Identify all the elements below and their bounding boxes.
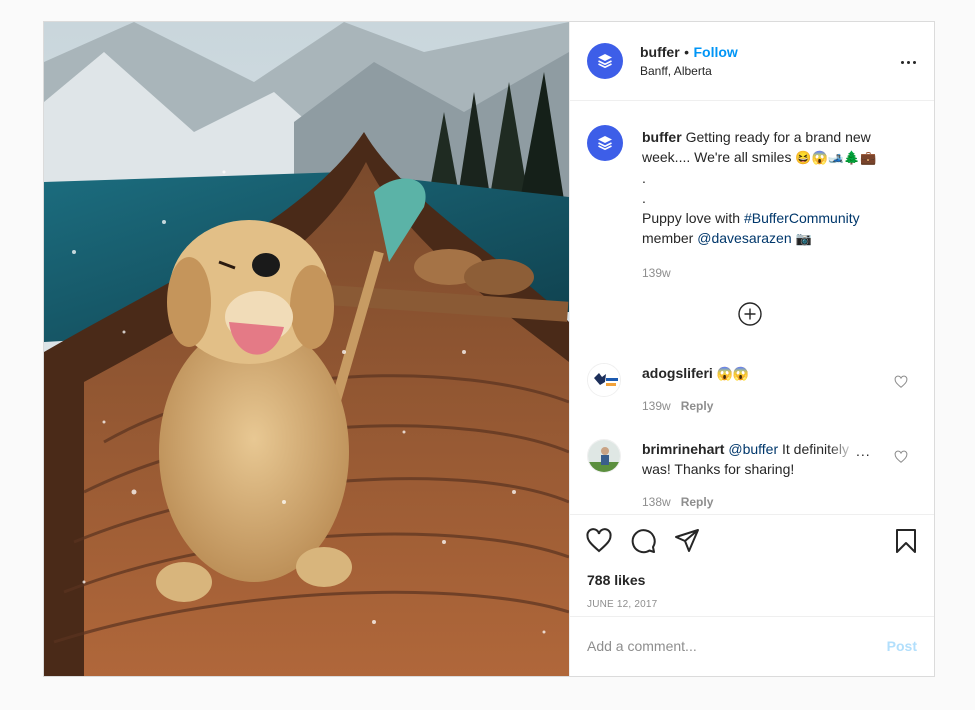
comment-time[interactable]: 139w bbox=[642, 399, 671, 413]
account-username[interactable]: buffer bbox=[640, 44, 680, 60]
bookmark-icon[interactable] bbox=[892, 527, 920, 555]
comments-scroll-area[interactable]: buffer Getting ready for a brand new wee… bbox=[570, 101, 934, 514]
caption-time[interactable]: 139w bbox=[642, 263, 902, 283]
caption-avatar[interactable] bbox=[587, 125, 623, 161]
comment-username[interactable]: brimrinehart bbox=[642, 441, 724, 457]
caption-dot: . bbox=[642, 170, 646, 186]
more-options-button[interactable] bbox=[896, 52, 920, 72]
layers-icon bbox=[598, 54, 612, 69]
comment-body-truncated: It definitely bbox=[782, 441, 849, 457]
person-photo-icon bbox=[588, 440, 620, 472]
comment-meta: 138w Reply bbox=[642, 495, 713, 509]
comment-body-line2: was! Thanks for sharing! bbox=[642, 461, 795, 477]
post-header: buffer • Follow Banff, Alberta bbox=[570, 22, 934, 101]
mention-link[interactable]: @davesarazen bbox=[697, 230, 791, 246]
comment-username[interactable]: adogsliferi bbox=[642, 365, 713, 381]
instagram-post: buffer • Follow Banff, Alberta buffer Ge… bbox=[43, 21, 935, 677]
caption-emojis: 😆😱🎿🌲💼 bbox=[795, 150, 877, 165]
caption-username[interactable]: buffer bbox=[642, 129, 682, 145]
comment-meta: 139w Reply bbox=[642, 399, 713, 413]
post-actions: 788 likes JUNE 12, 2017 bbox=[570, 514, 934, 617]
reply-button[interactable]: Reply bbox=[681, 495, 714, 509]
add-circle-icon[interactable] bbox=[738, 302, 762, 326]
comment-icon[interactable] bbox=[629, 527, 657, 555]
caption-text3: member bbox=[642, 230, 694, 246]
post-sidebar: buffer • Follow Banff, Alberta buffer Ge… bbox=[569, 22, 934, 676]
heart-icon[interactable] bbox=[894, 450, 908, 464]
share-icon[interactable] bbox=[673, 527, 701, 555]
like-count[interactable]: 788 likes bbox=[587, 572, 645, 588]
caption-text: buffer Getting ready for a brand new wee… bbox=[642, 127, 902, 283]
comment-text: brimrinehart @buffer It definitely was! … bbox=[642, 439, 882, 479]
post-comment-button[interactable]: Post bbox=[887, 638, 917, 654]
comment-input[interactable]: Add a comment... bbox=[587, 638, 857, 654]
account-avatar[interactable] bbox=[587, 43, 623, 79]
layers-icon bbox=[598, 136, 612, 151]
caption-text2: Puppy love with bbox=[642, 210, 741, 226]
comment-time[interactable]: 138w bbox=[642, 495, 671, 509]
comment-more-button[interactable]: ... bbox=[856, 443, 871, 459]
reply-button[interactable]: Reply bbox=[681, 399, 714, 413]
commenter-avatar[interactable] bbox=[587, 439, 621, 473]
caption-line: Puppy love with #BufferCommunity member … bbox=[642, 208, 902, 249]
comment-text: adogsliferi 😱😱 bbox=[642, 363, 882, 384]
separator-dot: • bbox=[684, 44, 690, 60]
post-photo[interactable] bbox=[44, 22, 569, 676]
commenter-avatar[interactable] bbox=[587, 363, 621, 397]
comment-body: 😱😱 bbox=[716, 366, 750, 381]
heart-icon[interactable] bbox=[585, 527, 613, 555]
follow-button[interactable]: Follow bbox=[693, 44, 737, 60]
more-icon bbox=[900, 60, 904, 64]
heart-icon[interactable] bbox=[894, 375, 908, 389]
post-date[interactable]: JUNE 12, 2017 bbox=[587, 599, 657, 610]
camera-emoji: 📷 bbox=[795, 231, 812, 246]
dog-in-canoe-photo bbox=[44, 22, 569, 676]
post-location[interactable]: Banff, Alberta bbox=[640, 64, 712, 78]
caption-dot: . bbox=[642, 190, 646, 206]
hashtag-link[interactable]: #BufferCommunity bbox=[744, 210, 860, 226]
mention-link[interactable]: @buffer bbox=[728, 441, 778, 457]
header-user-line: buffer • Follow bbox=[640, 44, 738, 62]
add-comment-bar: Add a comment... Post bbox=[570, 616, 934, 676]
dog-logo-icon bbox=[588, 364, 620, 396]
